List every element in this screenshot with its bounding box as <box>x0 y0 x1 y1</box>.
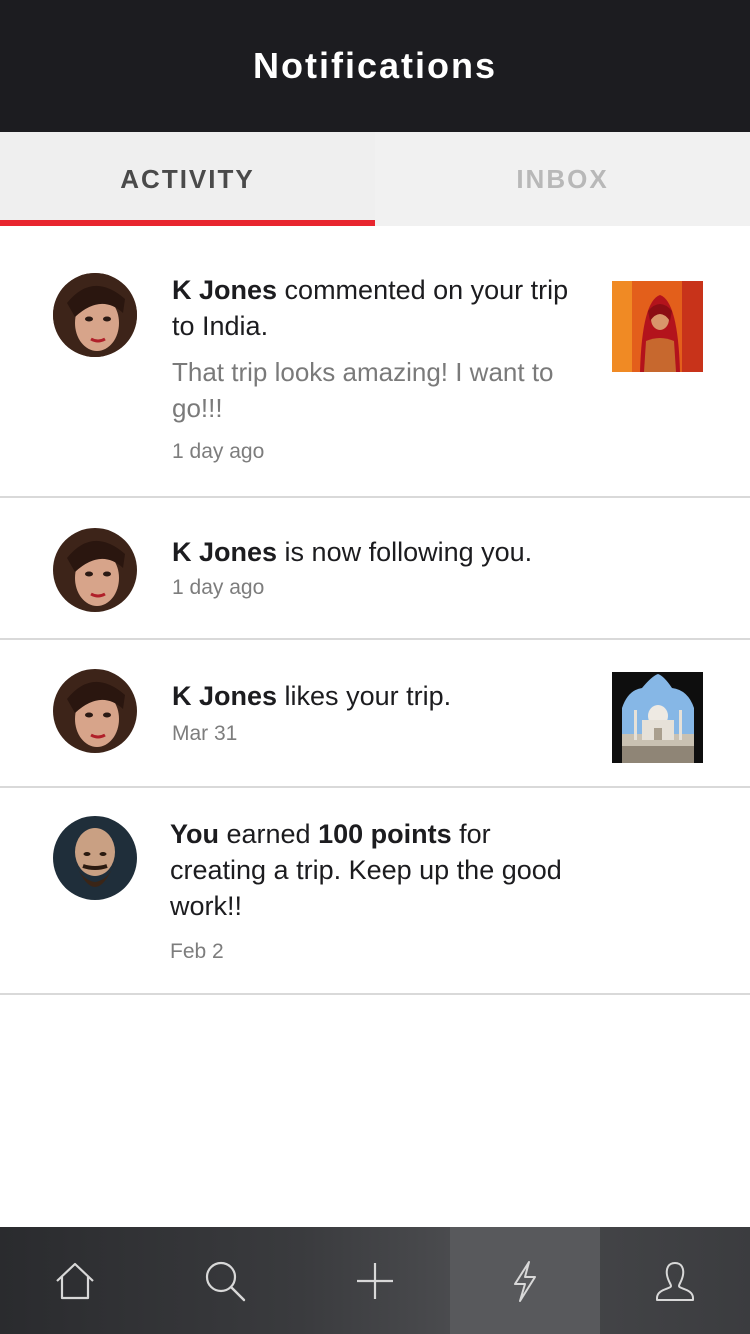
notification-list: K Jones commented on your trip to India.… <box>0 226 750 995</box>
woman-avatar-image <box>53 669 137 753</box>
woman-avatar-image <box>53 273 137 357</box>
action-prefix: earned <box>219 819 319 849</box>
tab-activity[interactable]: ACTIVITY <box>0 132 375 226</box>
search-icon <box>205 1261 246 1301</box>
notification-item[interactable]: K Jones commented on your trip to India.… <box>0 226 750 498</box>
profile-icon <box>656 1261 694 1301</box>
notification-headline: K Jones likes your trip. <box>172 678 582 714</box>
avatar[interactable] <box>53 273 137 357</box>
trip-thumbnail[interactable] <box>612 672 703 763</box>
segmented-tabs: ACTIVITY INBOX <box>0 132 750 226</box>
notification-item[interactable]: You earned 100 points for creating a tri… <box>0 788 750 995</box>
notification-text: K Jones is now following you. 1 day ago <box>172 534 582 600</box>
tab-add[interactable] <box>300 1227 450 1334</box>
points-earned: 100 points <box>318 819 452 849</box>
notification-text: K Jones commented on your trip to India.… <box>172 272 582 464</box>
actor-name: You <box>170 819 219 849</box>
actor-name[interactable]: K Jones <box>172 537 277 567</box>
notification-item[interactable]: K Jones is now following you. 1 day ago <box>0 498 750 640</box>
action-text: is now following you. <box>277 537 533 567</box>
tab-inbox[interactable]: INBOX <box>375 132 750 226</box>
timestamp: 1 day ago <box>172 576 265 599</box>
page-title: Notifications <box>252 45 497 86</box>
notification-headline: You earned 100 points for creating a tri… <box>170 816 570 924</box>
notification-text: K Jones likes your trip. Mar 31 <box>172 678 582 746</box>
comment-text: That trip looks amazing! I want to go!!! <box>172 357 554 423</box>
actor-name[interactable]: K Jones <box>172 681 277 711</box>
plus-icon <box>357 1262 393 1299</box>
avatar[interactable] <box>53 669 137 753</box>
bottom-tab-bar <box>0 1227 750 1334</box>
avatar[interactable] <box>53 528 137 612</box>
tab-home[interactable] <box>0 1227 150 1334</box>
taj-mahal-thumbnail <box>612 672 703 763</box>
tab-activity-feed[interactable] <box>450 1227 600 1334</box>
notification-text: You earned 100 points for creating a tri… <box>170 816 570 964</box>
lightning-icon <box>514 1260 536 1302</box>
avatar[interactable] <box>53 816 137 900</box>
bearded-man-avatar-image <box>53 816 137 900</box>
tab-profile[interactable] <box>600 1227 750 1334</box>
action-text: likes your trip. <box>277 681 452 711</box>
tab-search[interactable] <box>150 1227 300 1334</box>
timestamp: Mar 31 <box>172 722 238 745</box>
india-bride-thumbnail <box>612 281 703 372</box>
timestamp: 1 day ago <box>172 440 265 463</box>
woman-avatar-image <box>53 528 137 612</box>
notification-headline: K Jones is now following you. <box>172 534 582 570</box>
notification-item[interactable]: K Jones likes your trip. Mar 31 <box>0 640 750 788</box>
actor-name[interactable]: K Jones <box>172 275 277 305</box>
home-icon <box>56 1262 94 1299</box>
notification-headline: K Jones commented on your trip to India. <box>172 272 582 344</box>
timestamp: Feb 2 <box>170 940 224 963</box>
trip-thumbnail[interactable] <box>612 281 703 372</box>
app-header: Notifications <box>0 0 750 132</box>
